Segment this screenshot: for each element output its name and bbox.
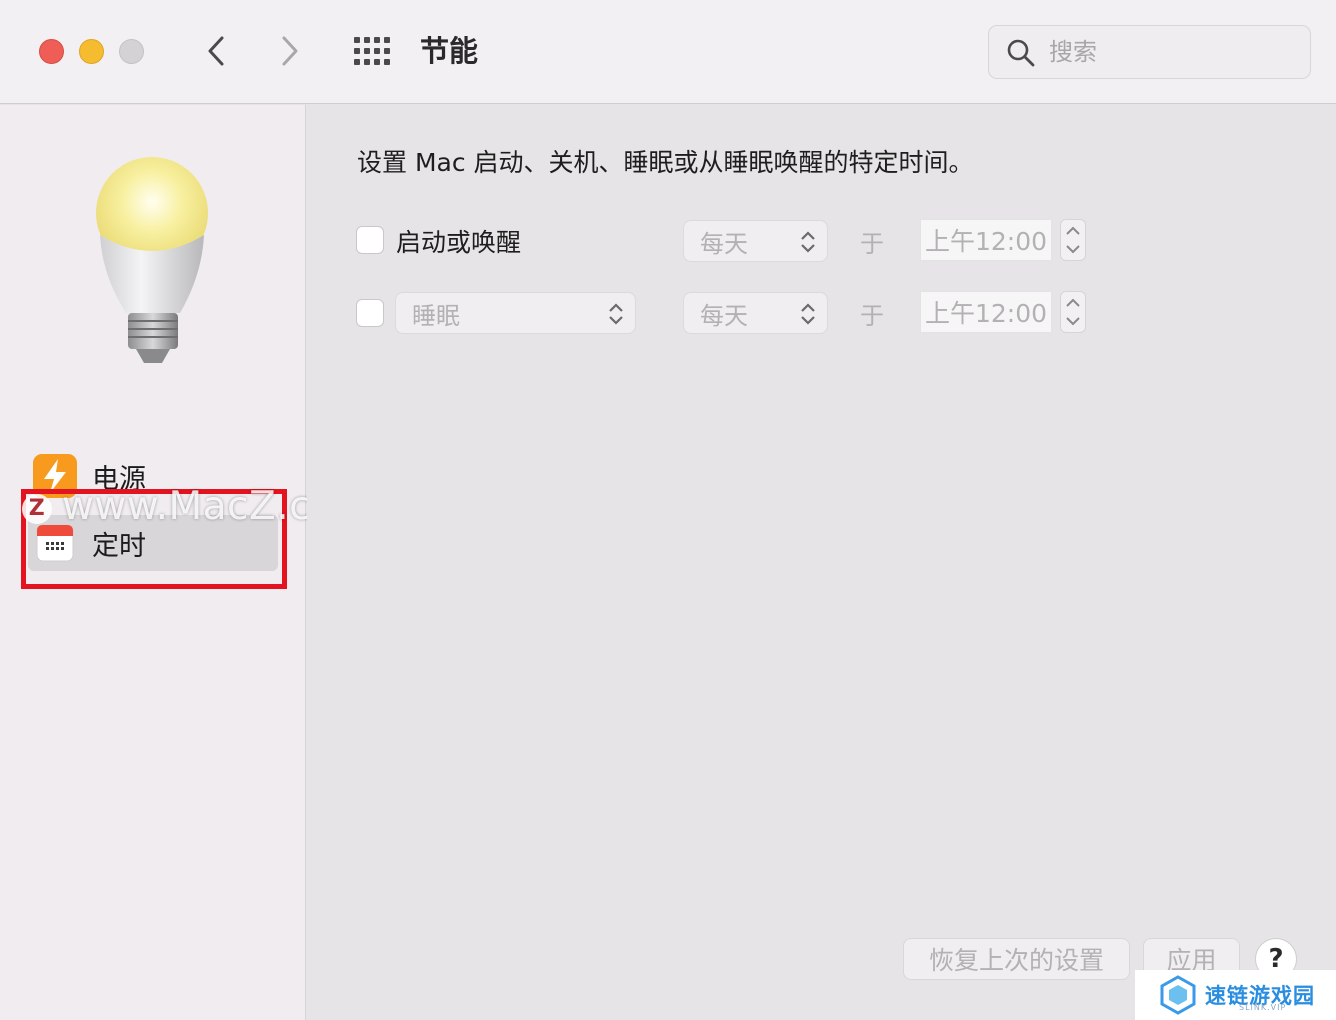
forward-button[interactable] [272,30,308,72]
search-icon [1007,39,1035,67]
startup-wake-label: 启动或唤醒 [396,228,522,257]
time-value: 上午12:00 [925,299,1048,328]
restore-settings-button[interactable]: 恢复上次的设置 [903,938,1130,980]
stepper-arrows-icon [1066,226,1080,254]
sleep-checkbox[interactable] [356,299,384,327]
sleep-frequency-select[interactable]: 每天 [683,292,828,334]
site-badge: 速链游戏园 SLINK.VIP [1135,970,1336,1020]
stepper-arrows-icon [1066,298,1080,326]
startup-frequency-select[interactable]: 每天 [683,220,828,262]
sleep-action-select[interactable]: 睡眠 [395,292,636,334]
window-title: 节能 [420,34,479,68]
panel-description: 设置 Mac 启动、关机、睡眠或从睡眠唤醒的特定时间。 [357,148,974,177]
select-value: 每天 [700,301,748,330]
search-input[interactable] [1049,36,1289,68]
show-all-button[interactable] [352,34,392,68]
up-down-chevron-icon [801,303,815,325]
titlebar: 节能 [0,0,1336,104]
at-label: 于 [860,230,884,258]
startup-time-stepper[interactable] [1060,219,1086,261]
chevron-left-icon [208,36,224,66]
schedule-panel: 设置 Mac 启动、关机、睡眠或从睡眠唤醒的特定时间。 启动或唤醒 每天 于 上… [307,105,1336,1020]
maximize-window-button[interactable] [119,39,144,64]
select-value: 睡眠 [412,301,460,330]
up-down-chevron-icon [801,231,815,253]
at-label: 于 [860,302,884,330]
cube-logo-icon [1160,975,1196,1015]
watermark-logo: Z [22,493,52,524]
chevron-right-icon [282,36,298,66]
search-field[interactable] [988,25,1311,79]
time-value: 上午12:00 [925,227,1048,256]
minimize-window-button[interactable] [79,39,104,64]
badge-subtext: SLINK.VIP [1239,1003,1287,1012]
sleep-time-field[interactable]: 上午12:00 [920,291,1052,333]
close-window-button[interactable] [39,39,64,64]
startup-time-field[interactable]: 上午12:00 [920,219,1052,261]
select-value: 每天 [700,229,748,258]
light-bulb-icon [96,157,208,363]
up-down-chevron-icon [609,303,623,325]
startup-wake-checkbox[interactable] [356,226,384,254]
sleep-time-stepper[interactable] [1060,291,1086,333]
back-button[interactable] [198,30,234,72]
